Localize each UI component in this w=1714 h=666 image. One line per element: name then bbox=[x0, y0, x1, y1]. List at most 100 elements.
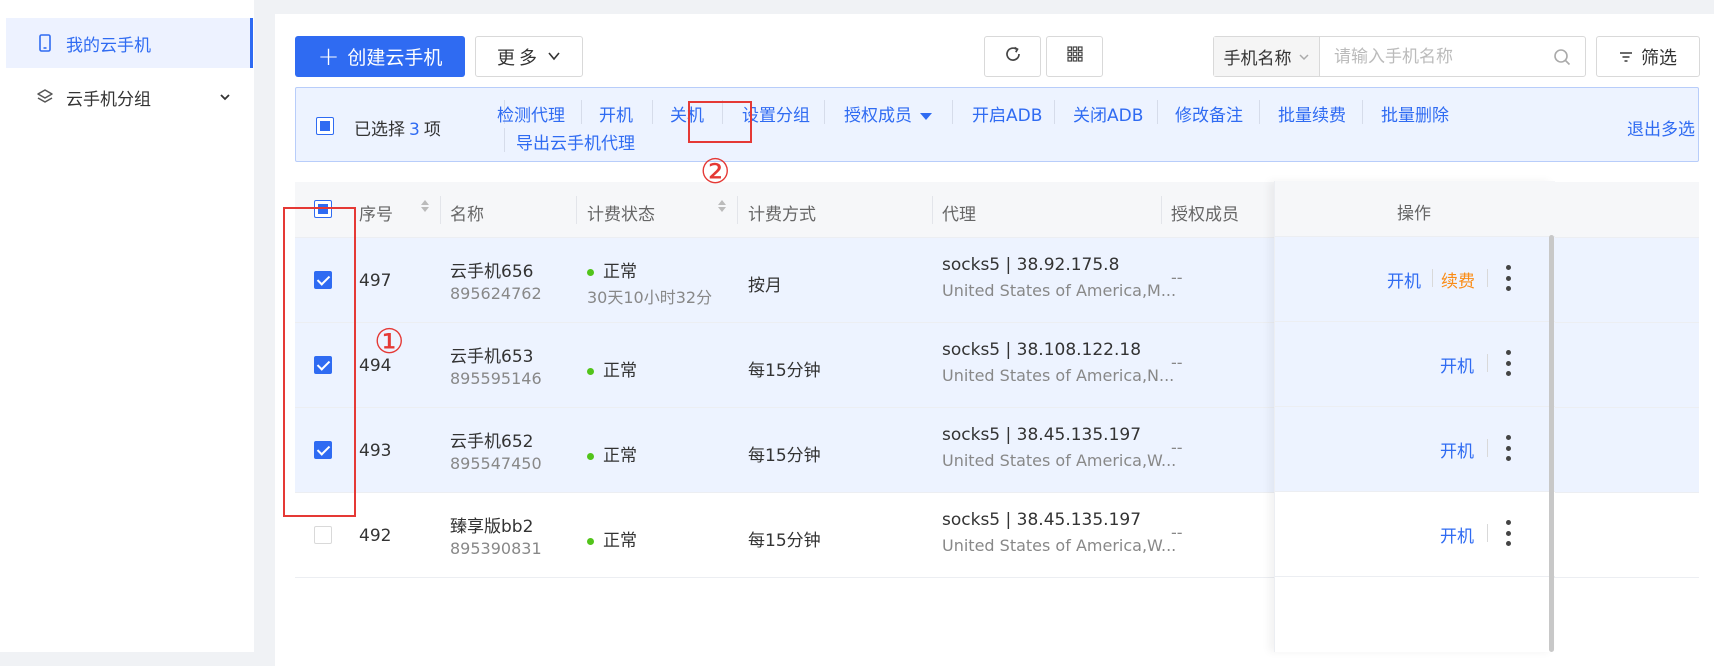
selection-suffix: 项 bbox=[423, 120, 441, 140]
search-input[interactable] bbox=[1320, 37, 1553, 76]
select-all-checkbox[interactable] bbox=[316, 117, 334, 135]
selection-number: 3 bbox=[409, 120, 420, 140]
sidebar-item-phone-groups[interactable]: 云手机分组 bbox=[6, 72, 253, 122]
divider bbox=[1432, 269, 1433, 287]
chevron-down-icon bbox=[547, 46, 561, 67]
divider bbox=[504, 128, 505, 152]
row-status: 正常 bbox=[587, 356, 637, 381]
row-proxy: socks5 | 38.92.175.8 bbox=[942, 255, 1120, 275]
row-code: 895547450 bbox=[450, 454, 542, 473]
action-edit-note[interactable]: 修改备注 bbox=[1175, 101, 1243, 126]
power-on-button[interactable]: 开机 bbox=[1440, 437, 1474, 462]
row-name: 云手机653 bbox=[450, 347, 534, 367]
action-batch-renew[interactable]: 批量续费 bbox=[1278, 101, 1346, 126]
selection-bar: 已选择 3 项 检测代理 开机 关机 设置分组 授权成员 开启ADB 关闭ADB 修… bbox=[295, 87, 1699, 162]
row-billing-method: 每15分钟 bbox=[748, 446, 821, 466]
row-proxy-location: United States of America,M... bbox=[942, 281, 1177, 300]
more-actions-icon[interactable] bbox=[1505, 265, 1511, 291]
create-phone-label: 创建云手机 bbox=[347, 47, 443, 69]
row-status-text: 正常 bbox=[603, 446, 637, 466]
row-code: 895390831 bbox=[450, 539, 542, 558]
row-checkbox[interactable] bbox=[314, 526, 332, 544]
row-billing-method: 每15分钟 bbox=[748, 361, 821, 381]
more-actions-icon[interactable] bbox=[1505, 520, 1511, 546]
selection-prefix: 已选择 bbox=[354, 120, 405, 140]
power-on-button[interactable]: 开机 bbox=[1440, 522, 1474, 547]
col-header-operations: 操作 bbox=[1397, 204, 1431, 224]
row-proxy: socks5 | 38.45.135.197 bbox=[942, 425, 1142, 445]
more-actions-icon[interactable] bbox=[1505, 435, 1511, 461]
col-header-id[interactable]: 序号 bbox=[359, 200, 393, 225]
vertical-scrollbar[interactable] bbox=[1549, 235, 1554, 652]
create-phone-button[interactable]: + 创建云手机 bbox=[295, 36, 465, 77]
row-name: 云手机652 bbox=[450, 432, 534, 452]
more-label: 更多 bbox=[497, 47, 541, 69]
action-disable-adb[interactable]: 关闭ADB bbox=[1073, 101, 1143, 126]
status-dot-icon bbox=[587, 537, 594, 545]
sort-icon[interactable] bbox=[718, 200, 726, 212]
exit-multiselect-button[interactable]: 退出多选 bbox=[1627, 115, 1695, 140]
divider bbox=[932, 196, 933, 224]
filter-button[interactable]: 筛选 bbox=[1596, 36, 1700, 77]
divider bbox=[1487, 269, 1488, 287]
grid-view-button[interactable] bbox=[1046, 36, 1103, 77]
action-check-proxy[interactable]: 检测代理 bbox=[497, 101, 565, 126]
divider bbox=[652, 100, 653, 124]
divider bbox=[1487, 524, 1488, 542]
more-button[interactable]: 更多 bbox=[475, 36, 583, 77]
divider bbox=[576, 196, 577, 224]
row-billing-method: 每15分钟 bbox=[748, 531, 821, 551]
divider bbox=[1487, 439, 1488, 457]
row-proxy-location: United States of America,W... bbox=[942, 536, 1177, 555]
divider bbox=[1161, 196, 1162, 224]
power-on-button[interactable]: 开机 bbox=[1440, 352, 1474, 377]
col-header-billing-method: 计费方式 bbox=[748, 205, 816, 225]
sidebar: 我的云手机 云手机分组 bbox=[0, 0, 254, 652]
row-code: 895624762 bbox=[450, 284, 542, 303]
operations-row: 开机 bbox=[1275, 492, 1555, 577]
filter-label: 筛选 bbox=[1641, 47, 1677, 69]
row-status-text: 正常 bbox=[603, 361, 637, 381]
chevron-down-icon[interactable] bbox=[219, 88, 231, 108]
action-authorize-members[interactable]: 授权成员 bbox=[844, 101, 932, 126]
row-status: 正常 bbox=[587, 257, 637, 282]
operations-row: 开机 bbox=[1275, 407, 1555, 492]
action-enable-adb[interactable]: 开启ADB bbox=[972, 101, 1042, 126]
filter-icon bbox=[1619, 51, 1633, 63]
sidebar-item-my-phones[interactable]: 我的云手机 bbox=[6, 18, 253, 68]
action-set-group[interactable]: 设置分组 bbox=[742, 101, 810, 126]
operations-row: 开机 续费 bbox=[1275, 237, 1555, 322]
row-status-text: 正常 bbox=[603, 531, 637, 551]
renew-button[interactable]: 续费 bbox=[1441, 267, 1475, 292]
action-batch-delete[interactable]: 批量删除 bbox=[1381, 101, 1449, 126]
operations-header: 操作 bbox=[1275, 181, 1555, 237]
annotation-marker-1: ① bbox=[374, 322, 405, 362]
col-header-members: 授权成员 bbox=[1171, 205, 1239, 225]
row-proxy: socks5 | 38.108.122.18 bbox=[942, 340, 1142, 360]
annotation-box-power-off bbox=[688, 101, 752, 143]
power-on-button[interactable]: 开机 bbox=[1387, 267, 1421, 292]
row-proxy-location: United States of America,W... bbox=[942, 451, 1177, 470]
action-export-proxy[interactable]: 导出云手机代理 bbox=[516, 129, 635, 154]
search-field-select[interactable]: 手机名称 bbox=[1214, 37, 1320, 76]
divider bbox=[581, 100, 582, 124]
col-header-proxy: 代理 bbox=[942, 205, 976, 225]
refresh-button[interactable] bbox=[984, 36, 1041, 77]
row-name: 臻享版bb2 bbox=[450, 517, 534, 537]
row-status: 正常 bbox=[587, 441, 637, 466]
divider bbox=[1362, 100, 1363, 124]
layers-icon bbox=[36, 88, 54, 106]
row-billing-method: 按月 bbox=[748, 276, 782, 296]
more-actions-icon[interactable] bbox=[1505, 350, 1511, 376]
row-members: -- bbox=[1171, 353, 1183, 372]
action-power-on[interactable]: 开机 bbox=[599, 101, 633, 126]
authorize-members-label: 授权成员 bbox=[844, 106, 912, 126]
row-id: 492 bbox=[359, 526, 392, 546]
annotation-marker-2: ② bbox=[700, 152, 731, 192]
col-header-billing-status[interactable]: 计费状态 bbox=[587, 200, 655, 225]
row-id: 497 bbox=[359, 271, 392, 291]
search-icon[interactable] bbox=[1553, 48, 1571, 66]
row-status: 正常 bbox=[587, 526, 637, 551]
sort-icon[interactable] bbox=[421, 200, 429, 212]
row-proxy: socks5 | 38.45.135.197 bbox=[942, 510, 1142, 530]
